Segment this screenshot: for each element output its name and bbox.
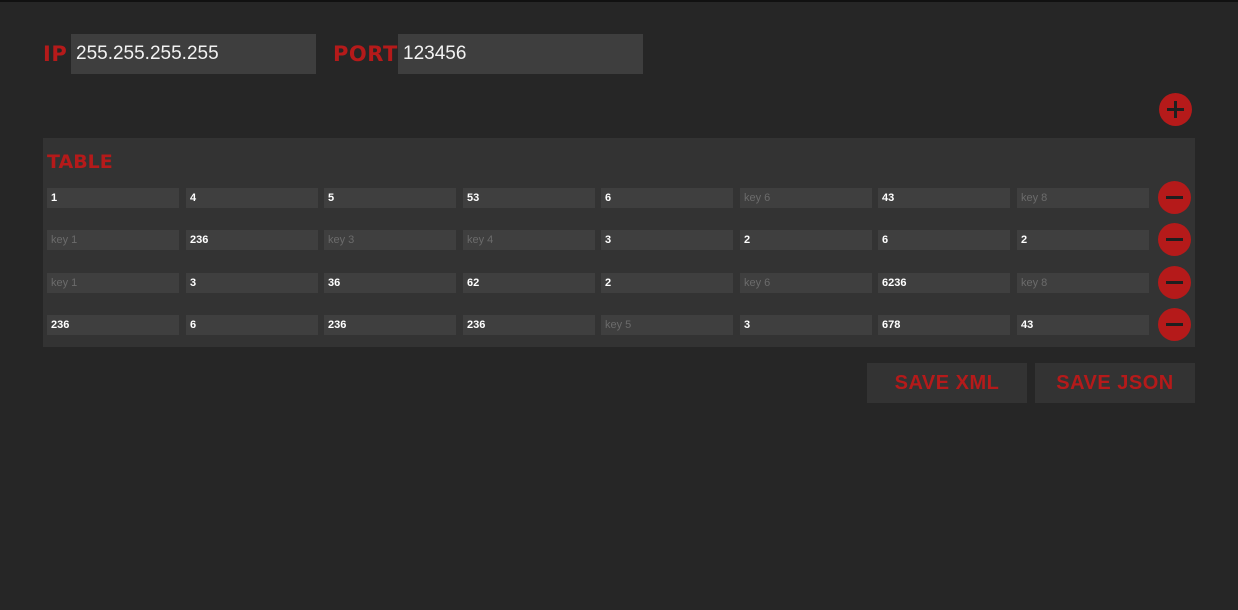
table-cell-key-5[interactable] — [601, 273, 733, 293]
table-cell-key-7[interactable] — [878, 273, 1010, 293]
table-cell-key-4[interactable] — [463, 230, 595, 250]
table-cell-key-5[interactable] — [601, 315, 733, 335]
save-xml-button[interactable]: SAVE XML — [867, 363, 1027, 403]
table-panel: TABLE — [43, 138, 1195, 347]
remove-row-button[interactable] — [1158, 181, 1191, 214]
table-cell-key-1[interactable] — [47, 273, 179, 293]
remove-row-button[interactable] — [1158, 223, 1191, 256]
table-cell-key-1[interactable] — [47, 188, 179, 208]
port-label: PORT — [333, 42, 398, 66]
table-cell-key-5[interactable] — [601, 230, 733, 250]
table-cell-key-6[interactable] — [740, 315, 872, 335]
table-cell-key-2[interactable] — [186, 230, 318, 250]
table-cell-key-3[interactable] — [324, 273, 456, 293]
port-input[interactable] — [398, 34, 643, 74]
table-cell-key-6[interactable] — [740, 273, 872, 293]
table-cell-key-4[interactable] — [463, 273, 595, 293]
save-json-button[interactable]: SAVE JSON — [1035, 363, 1195, 403]
minus-icon — [1166, 238, 1183, 241]
window-top-border — [0, 0, 1238, 2]
remove-row-button[interactable] — [1158, 308, 1191, 341]
table-cell-key-3[interactable] — [324, 315, 456, 335]
minus-icon — [1166, 323, 1183, 326]
minus-icon — [1166, 281, 1183, 284]
ip-input[interactable] — [71, 34, 316, 74]
remove-row-button[interactable] — [1158, 266, 1191, 299]
table-cell-key-3[interactable] — [324, 188, 456, 208]
table-cell-key-8[interactable] — [1017, 273, 1149, 293]
table-title: TABLE — [47, 151, 113, 173]
add-row-button[interactable] — [1159, 93, 1192, 126]
table-cell-key-6[interactable] — [740, 230, 872, 250]
table-cell-key-8[interactable] — [1017, 188, 1149, 208]
table-cell-key-1[interactable] — [47, 230, 179, 250]
table-cell-key-4[interactable] — [463, 315, 595, 335]
ip-label: IP — [43, 42, 68, 66]
table-cell-key-1[interactable] — [47, 315, 179, 335]
table-cell-key-4[interactable] — [463, 188, 595, 208]
table-cell-key-8[interactable] — [1017, 315, 1149, 335]
table-cell-key-2[interactable] — [186, 188, 318, 208]
table-cell-key-2[interactable] — [186, 273, 318, 293]
table-cell-key-8[interactable] — [1017, 230, 1149, 250]
table-cell-key-7[interactable] — [878, 230, 1010, 250]
table-cell-key-6[interactable] — [740, 188, 872, 208]
table-cell-key-2[interactable] — [186, 315, 318, 335]
table-cell-key-5[interactable] — [601, 188, 733, 208]
table-cell-key-7[interactable] — [878, 188, 1010, 208]
table-cell-key-7[interactable] — [878, 315, 1010, 335]
table-cell-key-3[interactable] — [324, 230, 456, 250]
minus-icon — [1166, 196, 1183, 199]
